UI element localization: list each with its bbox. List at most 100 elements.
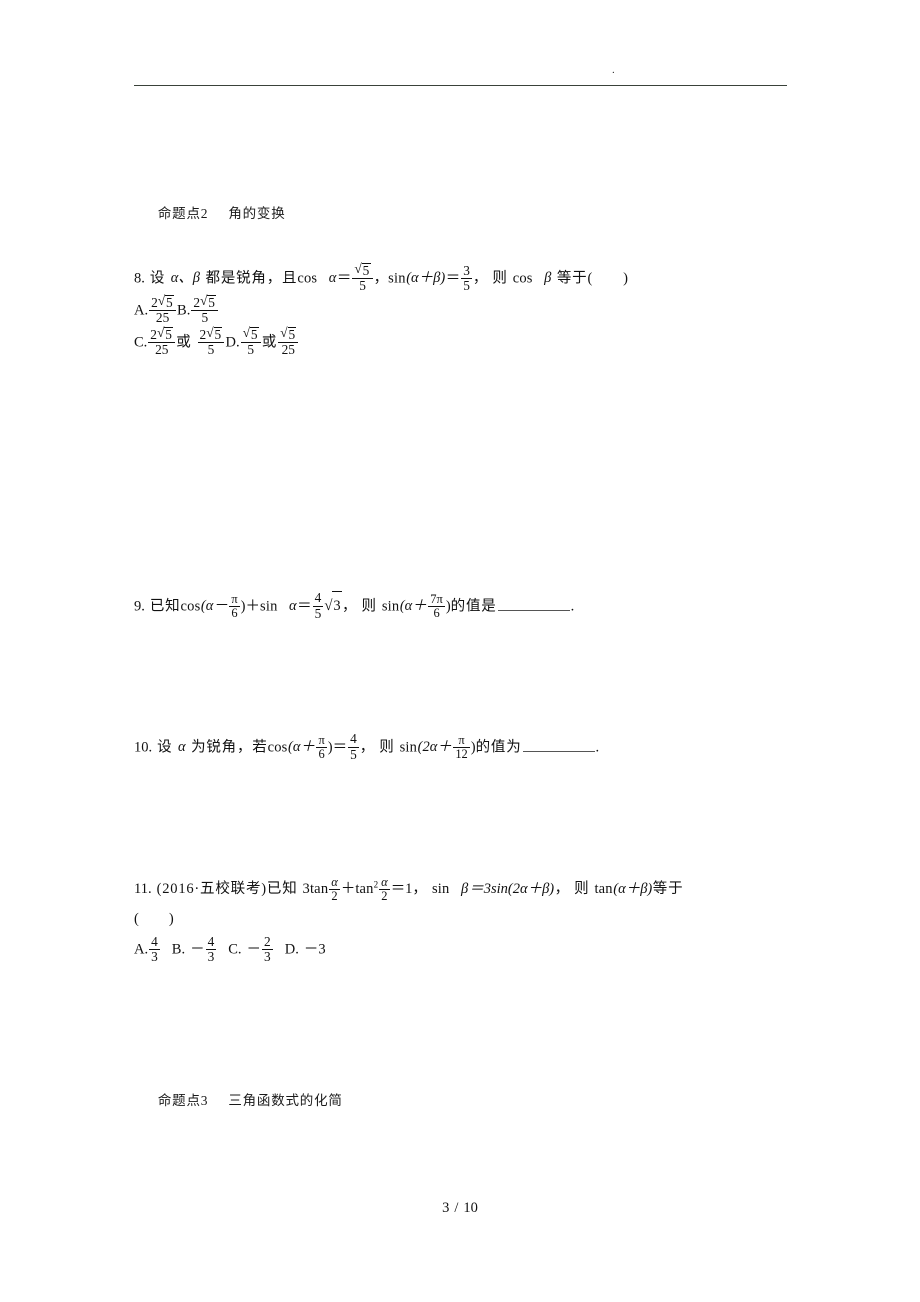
problem-11-known: 已知 [266, 881, 298, 898]
problem-9-equals: ＝ [297, 598, 312, 615]
problem-10-lead: 设 [157, 739, 173, 756]
problem-11-option-c-label[interactable]: C. [228, 942, 241, 958]
problem-8-option-d-value-2: 525 [278, 326, 299, 358]
problem-9-answer-blank[interactable] [497, 596, 570, 611]
problem-10-stem: 10. 设 α 为锐角，若cos(α＋ π 6)＝ 4 5，则 sin(2α＋ π 12)的值为. [134, 731, 794, 763]
problem-10-frac-4-5: 45 [348, 731, 359, 762]
problem-10-condition: 为锐角，若 [191, 739, 268, 756]
problem-8-options-row-1: A.2525B.255 [134, 294, 794, 326]
problem-9-sin-1: sin [260, 598, 278, 615]
section-3-title: 三角函数式的化简 [228, 1092, 343, 1108]
problem-11-option-b-label[interactable]: B. [172, 942, 185, 958]
problem-11-term-2-fn: tan [355, 881, 374, 898]
problem-11-tan-arg: (α＋β) [613, 881, 653, 898]
sqrt-5-e: 5 [206, 326, 223, 342]
problem-8-option-c-value-1: 2525 [148, 326, 176, 358]
answer-space-8 [134, 359, 794, 591]
problem-8-option-d-label[interactable]: D. [225, 335, 239, 351]
problem-9: 9.已知cos(α－π6)＋sinα＝453，则sin(α＋7π6)的值是. [134, 590, 794, 622]
problem-8-equals-1: ＝ [336, 270, 352, 287]
problem-8-cos-2: cos [512, 270, 533, 287]
sqrt-5-d: 5 [157, 326, 174, 342]
problem-11-comma: ， [554, 881, 570, 898]
problem-8-stem: 8.设α、β都是锐角，且cosα＝55，sin(α＋β)＝35，则cosβ等于(… [134, 262, 794, 294]
sqrt-3-a: 3 [324, 591, 342, 622]
problem-10-period: . [595, 739, 600, 756]
problem-8-beta: β [544, 270, 552, 287]
problem-9-period: . [570, 598, 575, 615]
problem-9-frac-pi-6: π6 [229, 591, 240, 621]
problem-10-alpha: α [177, 739, 186, 756]
section-heading-3: 命题点3 三角函数式的化简 [134, 1073, 794, 1125]
problem-11-stem-line-1: 11. (2016·五校联考)已知 3tan α 2 ＋tan2 α 2 ＝1， sin β＝3si… [134, 875, 794, 905]
page-header: . [134, 62, 787, 92]
sqrt-5-b: 5 [158, 294, 175, 310]
sqrt-5-g: 5 [280, 326, 297, 342]
problem-11-then: 则 [574, 881, 590, 898]
problem-11-option-d-value: －3 [303, 941, 326, 958]
problem-11-source: (2016·五校联考) [156, 881, 267, 898]
footer-page-total: 10 [463, 1200, 478, 1216]
footer-page-separator: / [454, 1200, 459, 1216]
problem-10-answer-blank[interactable] [522, 737, 595, 753]
section-2-label: 命题点2 [157, 206, 209, 221]
problem-8-option-a-label[interactable]: A. [134, 303, 148, 319]
problem-8-value-1: 55 [352, 262, 373, 294]
problem-11-term-1-fn: 3tan [302, 881, 329, 898]
section-3-label: 命题点3 [157, 1092, 209, 1108]
problem-9-tail: 的值是 [450, 598, 497, 615]
problem-10-tail: 的值为 [475, 739, 522, 756]
problem-8-vars: α、β [170, 270, 201, 287]
problem-9-plus: ＋ [245, 598, 261, 615]
problem-10-arg1-open: (α＋ [288, 739, 315, 756]
header-rule [134, 85, 787, 86]
header-dot-mark: . [612, 64, 615, 76]
problem-11-option-b-value: 43 [205, 933, 217, 965]
problem-8-sin-arg: (α＋β) [406, 270, 446, 287]
section-2-title: 角的变换 [228, 206, 286, 221]
problem-11-sin: sin [431, 881, 450, 898]
problem-8-option-a-value: 2525 [149, 294, 177, 326]
sqrt-5-c: 5 [200, 294, 217, 310]
problem-11-beta: β [460, 881, 469, 898]
problem-9-arg2-open: (α＋ [399, 598, 427, 615]
problem-9-known: 已知 [149, 598, 181, 615]
problem-9-number: 9. [134, 598, 145, 615]
problem-10-sin: sin [399, 739, 418, 756]
problem-11-option-a-value: 43 [149, 933, 160, 965]
problem-11-option-d-label[interactable]: D. [285, 942, 299, 958]
problem-11-tan: tan [594, 881, 613, 898]
problem-8-option-c-label[interactable]: C. [134, 335, 147, 351]
problem-9-frac-7pi-6: 7π 6 [428, 591, 445, 621]
problem-8-equals-2: ＝ [445, 270, 461, 287]
problem-9-stem: 9.已知cos(α－π6)＋sinα＝453，则sin(α＋7π6)的值是. [134, 590, 794, 622]
problem-8-option-b-label[interactable]: B. [177, 303, 190, 319]
problem-8-ask: 等于( [556, 270, 594, 287]
problem-10-comma: ， [359, 739, 375, 756]
problem-11-option-a-label[interactable]: A. [134, 942, 148, 958]
problem-10-number: 10. [134, 739, 153, 756]
problem-9-comma: ， [342, 598, 357, 615]
problem-11-plus: ＋ [340, 881, 356, 898]
answer-space-9 [134, 622, 794, 732]
problem-11-frac-alpha-2-a: α2 [329, 874, 340, 903]
problem-11-answer-paren-line: () [134, 905, 794, 935]
document-content: 命题点2角的变换 8.设α、β都是锐角，且cosα＝55，sin(α＋β)＝35… [134, 186, 794, 1125]
problem-9-sin-2: sin [381, 598, 400, 615]
page-footer: 3/10 [0, 1200, 920, 1217]
answer-space-11 [134, 966, 794, 1073]
answer-space-10 [134, 763, 794, 875]
problem-8-number: 8. [134, 270, 145, 287]
problem-9-alpha: α [289, 598, 297, 615]
document-page: . 命题点2角的变换 8.设α、β都是锐角，且cosα＝55，sin(α＋β)＝… [0, 0, 920, 1302]
problem-11-number: 11. [134, 881, 152, 898]
problem-11-option-c-sign: － [246, 941, 262, 958]
problem-11: 11. (2016·五校联考)已知 3tan α 2 ＋tan2 α 2 ＝1， sin β＝3si… [134, 875, 794, 966]
problem-11-option-c-value: 23 [262, 933, 273, 965]
problem-8-condition: 都是锐角，且 [205, 270, 298, 287]
problem-8-options-row-2: C.2525或255D.55或525 [134, 326, 794, 358]
problem-8-value-2: 35 [461, 262, 472, 293]
problem-11-frac-alpha-2-b: α2 [379, 874, 390, 903]
problem-11-option-b-sign: － [190, 941, 205, 958]
problem-9-cos: cos [180, 598, 201, 615]
